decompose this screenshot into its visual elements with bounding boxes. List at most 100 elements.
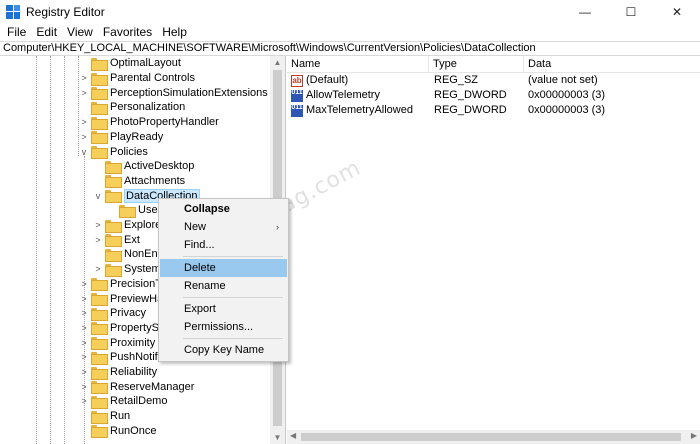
- folder-icon: [91, 72, 108, 86]
- column-header-name[interactable]: Name: [287, 56, 429, 73]
- expand-arrow-icon[interactable]: >: [79, 132, 89, 142]
- column-header-type[interactable]: Type: [429, 56, 524, 73]
- scrollbar-thumb[interactable]: [301, 433, 681, 441]
- expand-arrow-icon[interactable]: >: [93, 264, 103, 274]
- scroll-down-icon[interactable]: ▼: [270, 433, 285, 442]
- tree-item-label: Reliability: [110, 366, 158, 379]
- expand-arrow-icon[interactable]: [79, 58, 89, 68]
- menu-export[interactable]: Export: [160, 300, 287, 318]
- menu-favorites[interactable]: Favorites: [98, 23, 157, 41]
- expand-arrow-icon[interactable]: >: [79, 294, 89, 304]
- menu-collapse[interactable]: Collapse: [160, 200, 287, 218]
- menu-view[interactable]: View: [62, 23, 98, 41]
- tree-item[interactable]: > PlayReady: [79, 130, 163, 145]
- scroll-right-icon[interactable]: ▶: [691, 431, 697, 440]
- expand-arrow-icon[interactable]: >: [93, 220, 103, 230]
- tree-item[interactable]: > System: [93, 262, 161, 277]
- menu-separator: [183, 256, 283, 257]
- expand-arrow-icon[interactable]: [93, 176, 103, 186]
- folder-icon: [105, 219, 122, 233]
- value-data: 0x00000003 (3): [528, 104, 606, 116]
- tree-item-label: ReserveManager: [110, 380, 195, 393]
- folder-icon: [91, 337, 108, 351]
- tree-item[interactable]: > PhotoPropertyHandler: [79, 115, 219, 130]
- menu-edit[interactable]: Edit: [31, 23, 62, 41]
- values-horizontal-scrollbar[interactable]: ◀ ▶: [287, 430, 700, 444]
- tree-item[interactable]: OptimalLayout: [79, 56, 181, 71]
- window-title: Registry Editor: [26, 4, 105, 19]
- tree-item-label: Personalization: [110, 101, 186, 114]
- address-bar[interactable]: Computer\HKEY_LOCAL_MACHINE\SOFTWARE\Mic…: [0, 41, 700, 56]
- minimize-button[interactable]: —: [562, 0, 608, 23]
- expand-arrow-icon[interactable]: >: [79, 308, 89, 318]
- menu-new[interactable]: New ›: [160, 218, 287, 236]
- tree-item[interactable]: > Reliability: [79, 365, 157, 380]
- dword-value-icon: 011: [291, 104, 303, 117]
- value-type: REG_SZ: [434, 74, 479, 86]
- expand-arrow-icon[interactable]: >: [79, 338, 89, 348]
- tree-item[interactable]: ActiveDesktop: [93, 159, 194, 174]
- tree-item[interactable]: v Policies: [79, 144, 148, 160]
- value-row-default[interactable]: ab (Default) REG_SZ (value not set): [287, 73, 700, 88]
- expand-arrow-icon[interactable]: >: [79, 323, 89, 333]
- menu-help[interactable]: Help: [157, 23, 192, 41]
- tree-item[interactable]: Run: [79, 409, 130, 424]
- expand-arrow-icon[interactable]: [79, 102, 89, 112]
- menu-rename[interactable]: Rename: [160, 277, 287, 295]
- tree-item[interactable]: > ReserveManager: [79, 379, 195, 395]
- tree-item-label: PerceptionSimulationExtensions: [110, 86, 268, 99]
- expand-arrow-icon[interactable]: >: [79, 73, 89, 83]
- expand-arrow-icon[interactable]: [79, 426, 89, 436]
- menu-file[interactable]: File: [2, 23, 31, 41]
- tree-item[interactable]: > Ext: [93, 232, 140, 248]
- scroll-left-icon[interactable]: ◀: [290, 431, 296, 440]
- tree-item[interactable]: Attachments: [93, 174, 185, 189]
- expand-arrow-icon[interactable]: >: [79, 352, 89, 362]
- expand-arrow-icon[interactable]: [79, 411, 89, 421]
- expand-arrow-icon[interactable]: >: [79, 117, 89, 127]
- tree-item[interactable]: > Parental Controls: [79, 71, 195, 86]
- expand-arrow-icon[interactable]: [107, 205, 117, 215]
- menu-delete[interactable]: Delete: [160, 259, 287, 277]
- expand-arrow-icon[interactable]: >: [79, 367, 89, 377]
- folder-icon: [105, 234, 122, 248]
- expand-arrow-icon[interactable]: >: [79, 382, 89, 392]
- collapse-arrow-icon[interactable]: v: [93, 191, 103, 201]
- folder-icon: [91, 278, 108, 292]
- value-row-maxtelemetryallowed[interactable]: 011 MaxTelemetryAllowed REG_DWORD 0x0000…: [287, 103, 700, 118]
- folder-icon: [91, 146, 108, 160]
- folder-icon: [91, 116, 108, 130]
- value-name: (Default): [306, 74, 349, 86]
- menu-permissions[interactable]: Permissions...: [160, 318, 287, 336]
- collapse-arrow-icon[interactable]: v: [79, 147, 89, 157]
- value-name: AllowTelemetry: [306, 89, 380, 101]
- scroll-up-icon[interactable]: ▲: [270, 58, 285, 67]
- tree-item[interactable]: RunOnce: [79, 424, 156, 439]
- menu-copy-key-name[interactable]: Copy Key Name: [160, 341, 287, 359]
- expand-arrow-icon[interactable]: >: [79, 396, 89, 406]
- tree-item-label: ActiveDesktop: [124, 160, 195, 173]
- expand-arrow-icon[interactable]: >: [79, 88, 89, 98]
- tree-item[interactable]: > Proximity: [79, 335, 155, 351]
- close-button[interactable]: ✕: [654, 0, 700, 23]
- folder-icon: [91, 57, 108, 71]
- tree-item-label: Ext: [124, 233, 140, 246]
- expand-arrow-icon[interactable]: [93, 249, 103, 259]
- menu-separator: [183, 297, 283, 298]
- expand-arrow-icon[interactable]: >: [79, 279, 89, 289]
- maximize-button[interactable]: ☐: [608, 0, 654, 23]
- column-header-data[interactable]: Data: [524, 56, 700, 73]
- tree-item[interactable]: > PerceptionSimulationExtensions: [79, 85, 268, 101]
- tree-item[interactable]: > Privacy: [79, 306, 146, 321]
- tree-guide-line: [36, 56, 37, 444]
- tree-item[interactable]: > Explorer: [93, 218, 165, 233]
- value-row-allowtelemetry[interactable]: 011 AllowTelemetry REG_DWORD 0x00000003 …: [287, 88, 700, 103]
- menu-find[interactable]: Find...: [160, 236, 287, 254]
- tree-item[interactable]: Personalization: [79, 100, 185, 115]
- tree-item-label: System: [124, 263, 161, 276]
- expand-arrow-icon[interactable]: >: [93, 235, 103, 245]
- expand-arrow-icon[interactable]: [93, 161, 103, 171]
- tree-item[interactable]: > RetailDemo: [79, 394, 167, 409]
- folder-icon: [91, 131, 108, 145]
- values-pane[interactable]: Name Type Data ab (Default) REG_SZ (valu…: [287, 56, 700, 444]
